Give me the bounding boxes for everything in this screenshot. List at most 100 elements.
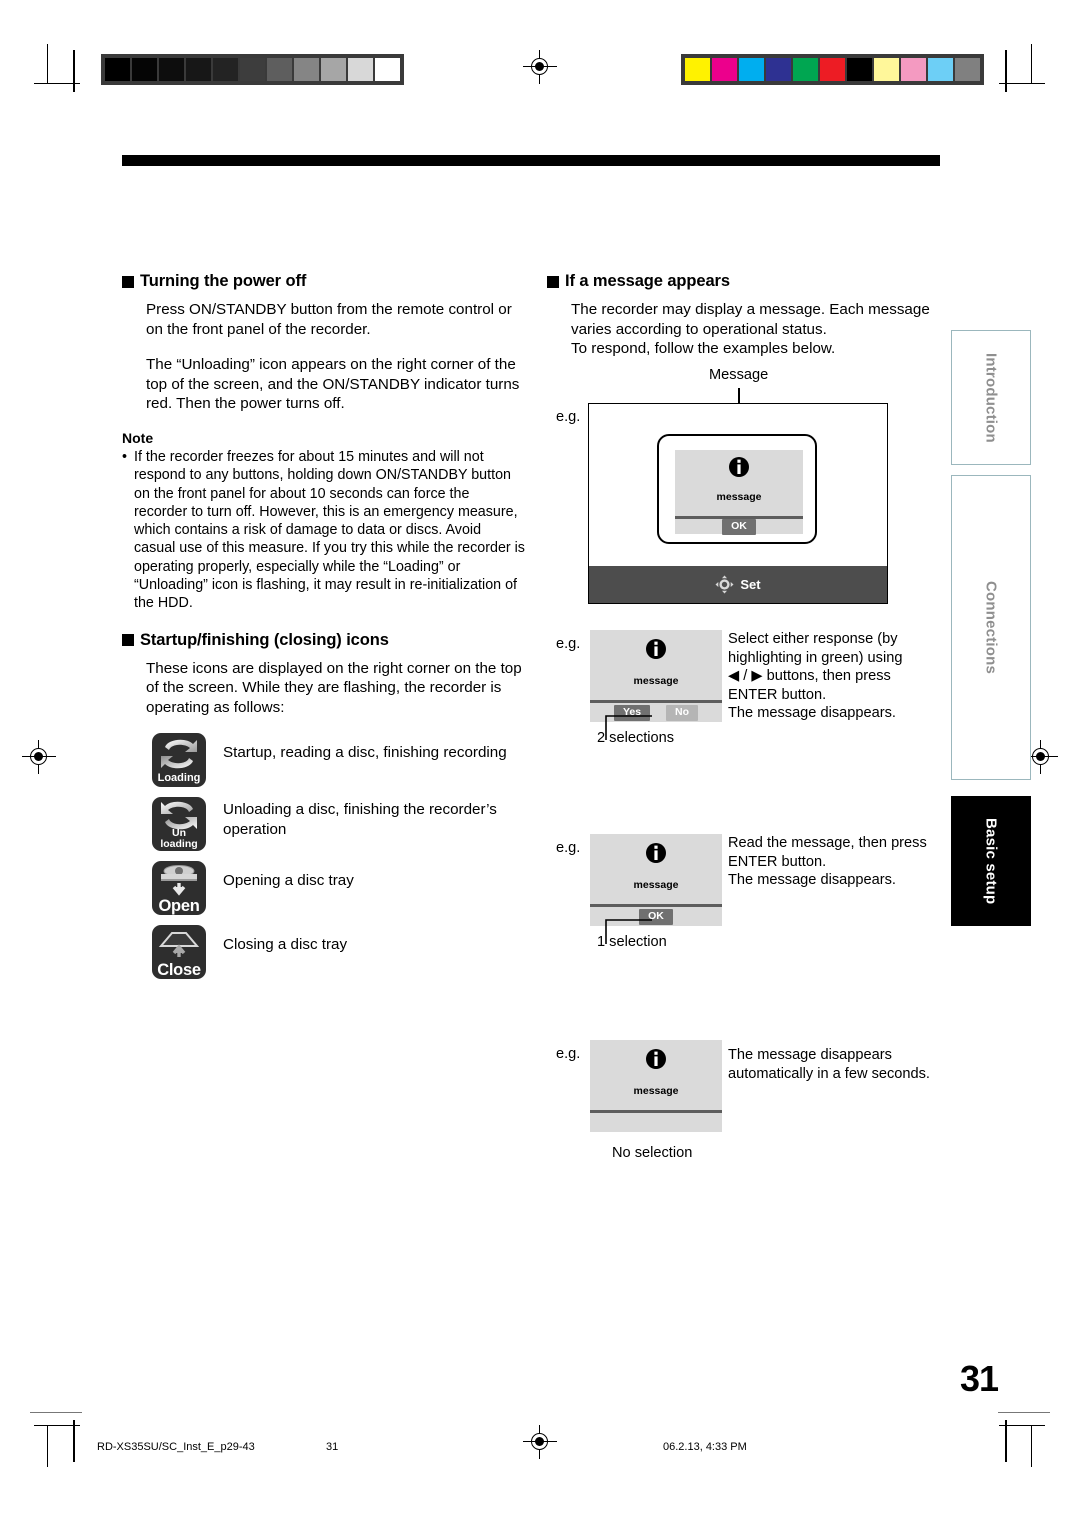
desc-line: The message disappears (728, 1047, 892, 1063)
calibration-patch (739, 58, 764, 81)
icon-description: Unloading a disc, finishing the recorder… (223, 801, 497, 839)
calibration-patch (766, 58, 791, 81)
desc-line: Select either response (by (728, 631, 898, 647)
ok-button[interactable]: OK (722, 519, 756, 535)
example3-message-box: message (590, 1040, 722, 1132)
eg-label: e.g. (556, 409, 581, 425)
status-icon-row: Loading Startup, reading a disc, finishi… (122, 733, 526, 788)
desc-line: ENTER button. (728, 686, 827, 703)
section2-body: These icons are displayed on the right c… (146, 659, 526, 718)
calibration-patch (321, 58, 346, 81)
message-callout-label: Message (709, 367, 769, 383)
side-tab-connections[interactable]: Connections (951, 475, 1031, 780)
grayscale-calibration-bar (101, 54, 404, 85)
side-tab-label: Introduction (982, 352, 1000, 443)
desc-line: ENTER button. (728, 853, 827, 870)
manual-page: Turning the power off Press ON/STANDBY b… (0, 0, 1080, 1528)
footer-page-number: 31 (326, 1441, 339, 1453)
section1-body: Press ON/STANDBY button from the remote … (146, 300, 526, 414)
crop-mark (47, 44, 48, 84)
left-column: Turning the power off Press ON/STANDBY b… (122, 272, 526, 989)
desc-line: Read the message, then press (728, 835, 927, 851)
loading-icon: Loading (152, 733, 206, 788)
note-list: If the recorder freezes for about 15 min… (122, 448, 526, 613)
eg-label: e.g. (556, 840, 581, 856)
crop-mark (1005, 1420, 1007, 1462)
calibration-patch (159, 58, 184, 81)
calibration-patch (105, 58, 130, 81)
icon-label: Open (158, 896, 200, 915)
loading-arrows-glyph (161, 740, 197, 769)
eg-label: e.g. (556, 1046, 581, 1062)
message-text: message (633, 675, 679, 687)
calibration-patch (712, 58, 737, 81)
calibration-patch (928, 58, 953, 81)
bullet-square-icon (547, 275, 559, 288)
tray-close-glyph (158, 932, 200, 958)
info-icon (646, 1049, 666, 1069)
message-text: message (633, 1085, 679, 1097)
calibration-patch (132, 58, 157, 81)
note-item: If the recorder freezes for about 15 min… (122, 448, 526, 613)
tray-close-icon: Close (152, 925, 206, 980)
calibration-patch (793, 58, 818, 81)
calibration-patch (240, 58, 265, 81)
trim-hairline (998, 1412, 1050, 1413)
paragraph: The “Unloading” icon appears on the righ… (146, 356, 520, 413)
example3-description: The message disappears automatically in … (728, 1046, 944, 1083)
set-label: Set (740, 577, 761, 592)
status-icon-row: Un loading Unloading a disc, finishing t… (122, 797, 526, 852)
footer-filename: RD-XS35SU/SC_Inst_E_p29-43 (97, 1441, 255, 1453)
paragraph: The recorder may display a message. Each… (571, 301, 930, 338)
info-icon (646, 639, 666, 659)
crop-mark (73, 1420, 75, 1462)
right-column: If a message appears The recorder may di… (547, 272, 947, 359)
registration-mark (523, 50, 557, 84)
desc-line: The message disappears. (728, 705, 896, 722)
calibration-patch (375, 58, 400, 81)
no-button[interactable]: No (666, 705, 699, 721)
section-heading-turning-power-off: Turning the power off (122, 272, 526, 291)
note-heading: Note (122, 429, 154, 446)
calibration-patch (213, 58, 238, 81)
selection-caption: No selection (612, 1145, 693, 1161)
calibration-patch (901, 58, 926, 81)
tray-open-icon: Open (152, 861, 206, 916)
page-number: 31 (959, 1358, 999, 1399)
dpad-icon (715, 575, 734, 594)
side-tab-introduction[interactable]: Introduction (951, 330, 1031, 465)
section-heading-startup-finishing-icons: Startup/finishing (closing) icons (122, 631, 526, 650)
example2-description: Read the message, then press ENTER butto… (728, 834, 944, 890)
dialog-button-row: OK (675, 519, 803, 535)
calibration-patch (874, 58, 899, 81)
calibration-patch (955, 58, 980, 81)
icon-label-line2: loading (160, 837, 198, 850)
message-text: message (633, 879, 679, 891)
icon-description: Startup, reading a disc, finishing recor… (223, 744, 507, 762)
selection-caption: 2 selections (597, 730, 675, 746)
calibration-patch (685, 58, 710, 81)
info-icon (729, 457, 749, 477)
tv-status-bar: Set (589, 566, 887, 603)
desc-line: ◀ / ▶ buttons, then press (728, 668, 891, 685)
side-tab-basic-setup[interactable]: Basic setup (951, 796, 1031, 926)
message-box: message OK (675, 450, 803, 535)
bullet-square-icon (122, 275, 134, 288)
icon-description: Closing a disc tray (223, 936, 348, 954)
section-heading-if-message-appears: If a message appears (547, 272, 947, 291)
paragraph: These icons are displayed on the right c… (146, 659, 522, 716)
icon-label: Close (157, 960, 201, 979)
eg-label: e.g. (556, 636, 581, 652)
bullet-square-icon (122, 634, 134, 647)
registration-mark (523, 1425, 557, 1459)
calibration-patch (847, 58, 872, 81)
message-dialog: message OK (657, 434, 817, 544)
desc-line: The message disappears. (728, 872, 896, 889)
crop-mark (1005, 50, 1007, 92)
selection-caption: 1 selection (597, 934, 667, 950)
unloading-icon: Un loading (152, 797, 206, 852)
status-icon-row: Open Opening a disc tray (122, 861, 526, 916)
crop-mark (73, 50, 75, 92)
tv-screen-diagram: message OK Set (588, 403, 888, 604)
color-calibration-bar (681, 54, 984, 85)
